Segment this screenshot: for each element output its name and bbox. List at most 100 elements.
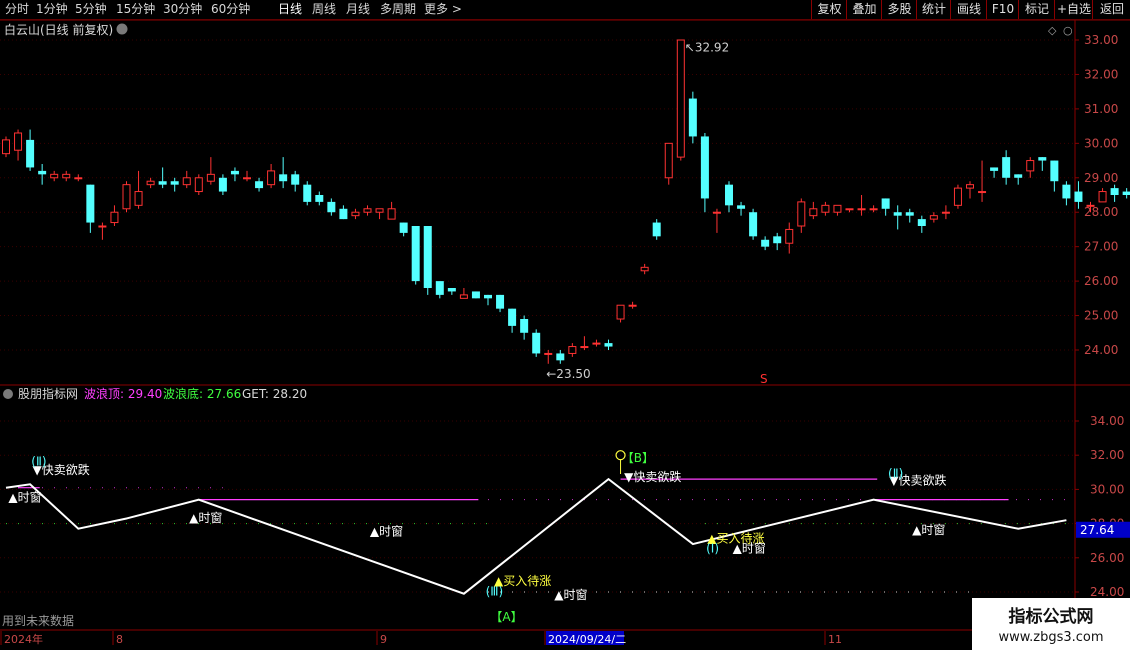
candle-body-up	[857, 208, 866, 211]
ind-y-tick-label: 34.00	[1090, 414, 1124, 428]
main-y-tick-label: 25.00	[1084, 309, 1118, 323]
candle-body-down	[399, 222, 408, 233]
candle-body-down	[315, 195, 324, 202]
candle-body-down	[435, 281, 444, 295]
candle-body-down	[1122, 191, 1130, 195]
candle-body-up	[351, 211, 360, 217]
annotation-time-window: ▲时窗	[912, 523, 945, 537]
candle-body-up	[243, 177, 251, 180]
watermark-url: www.zbgs3.com	[998, 630, 1103, 645]
candle-body-down	[1110, 188, 1119, 195]
candle-body-up	[375, 208, 384, 213]
candle-body-down	[230, 170, 239, 175]
candle-body-down	[700, 136, 709, 199]
candle-body-up	[182, 177, 191, 186]
candle-body-down	[484, 294, 492, 299]
candle-body-down	[881, 198, 890, 209]
date-label: 8	[116, 633, 123, 646]
candle-body-down	[38, 170, 47, 175]
footer-note: 用到未来数据	[2, 613, 74, 628]
candle-body-up	[1026, 160, 1035, 172]
main-y-tick-label: 31.00	[1084, 102, 1118, 116]
annotation-time-window: ▲时窗	[733, 542, 766, 556]
circle-icon: ○	[1063, 24, 1073, 37]
candle-body-up	[194, 177, 203, 193]
annotation-wave3: (Ⅲ)	[486, 584, 504, 598]
candle-body-up	[869, 208, 878, 211]
main-chart-title: 白云山(日线 前复权)	[4, 22, 113, 37]
candle-body-up	[134, 191, 143, 206]
candle-body-down	[447, 288, 456, 292]
candle-body-up	[1098, 191, 1107, 203]
candle-body-up	[809, 208, 818, 217]
indicator-name: 股朋指标网	[18, 386, 78, 401]
low-price-label: ←23.50	[546, 367, 590, 381]
candle-body-down	[990, 167, 999, 171]
annotation-sell: ▼快卖欲跌	[624, 469, 681, 484]
candle-body-up	[966, 184, 974, 189]
candle-body-down	[917, 219, 926, 226]
candle-body-down	[773, 236, 782, 244]
annotation-tag-a: 【A】	[490, 610, 522, 624]
annotation-time-window: ▲时窗	[8, 490, 41, 504]
candle-body-up	[267, 170, 276, 186]
candle-body-down	[725, 184, 733, 206]
candle-body-up	[62, 173, 71, 179]
candle-body-up	[2, 139, 10, 155]
trough-value: 波浪底: 27.66	[163, 386, 241, 401]
peak-value: 波浪顶: 29.40	[84, 386, 162, 401]
candle-body-down	[291, 174, 300, 185]
candle-body-up	[676, 39, 685, 158]
candle-body-up	[122, 184, 131, 210]
date-label: 11	[828, 633, 842, 646]
main-y-tick-label: 24.00	[1084, 343, 1118, 357]
candle-body-down	[556, 353, 565, 361]
main-y-tick-label: 26.00	[1084, 274, 1118, 288]
annotation-time-window: ▲时窗	[189, 511, 222, 525]
candle-body-up	[387, 208, 396, 220]
main-y-tick-label: 29.00	[1084, 171, 1118, 185]
candle-body-down	[520, 319, 529, 333]
candle-body-down	[749, 212, 758, 237]
candle-body-down	[1062, 184, 1071, 199]
ind-y-tick-label: 26.00	[1090, 551, 1124, 565]
candle-body-up	[628, 304, 637, 307]
candle-body-up	[821, 204, 830, 213]
candle-body-down	[423, 226, 432, 288]
candle-body-up	[978, 191, 987, 194]
candle-body-up	[14, 132, 23, 151]
candle-body-up	[146, 180, 155, 186]
chart-svg: 33.00 32.00 31.00 30.00 29.00 28.00 27.00 26.00…	[0, 19, 1130, 650]
candle-body-up	[363, 208, 372, 213]
candle-body-up	[797, 201, 806, 227]
candle-body-up	[50, 173, 59, 179]
candle-body-up	[640, 266, 649, 272]
title-dropdown-icon[interactable]	[116, 23, 128, 35]
annotation-time-window: ▲时窗	[554, 588, 587, 602]
candle-body-up	[941, 211, 950, 214]
candle-body-down	[1002, 157, 1011, 178]
candle-body-down	[1050, 160, 1059, 182]
candle-body-up	[74, 177, 83, 180]
annotation-tag-b: 【B】	[622, 451, 654, 465]
date-label: 9	[380, 633, 387, 646]
candle-body-down	[327, 201, 336, 213]
candle-body-up	[616, 304, 625, 320]
main-y-tick-label: 32.00	[1084, 67, 1118, 81]
candle-body-up	[833, 204, 842, 213]
candle-body-down	[532, 332, 541, 354]
candle-body-down	[508, 308, 517, 326]
candle-body-up	[568, 346, 577, 354]
candle-body-up	[592, 342, 601, 345]
candle-body-down	[1014, 174, 1023, 178]
watermark-title: 指标公式网	[1009, 606, 1094, 627]
indicator-menu-icon[interactable]	[3, 389, 13, 399]
get-value: GET: 28.20	[242, 387, 307, 401]
candle-body-down	[255, 181, 264, 189]
candle-body-down	[496, 294, 505, 309]
candle-body-up	[206, 173, 215, 182]
candle-body-down	[86, 184, 95, 223]
candle-body-down	[411, 226, 420, 282]
candle-body-down	[158, 181, 167, 185]
candle-body-down	[604, 343, 613, 347]
